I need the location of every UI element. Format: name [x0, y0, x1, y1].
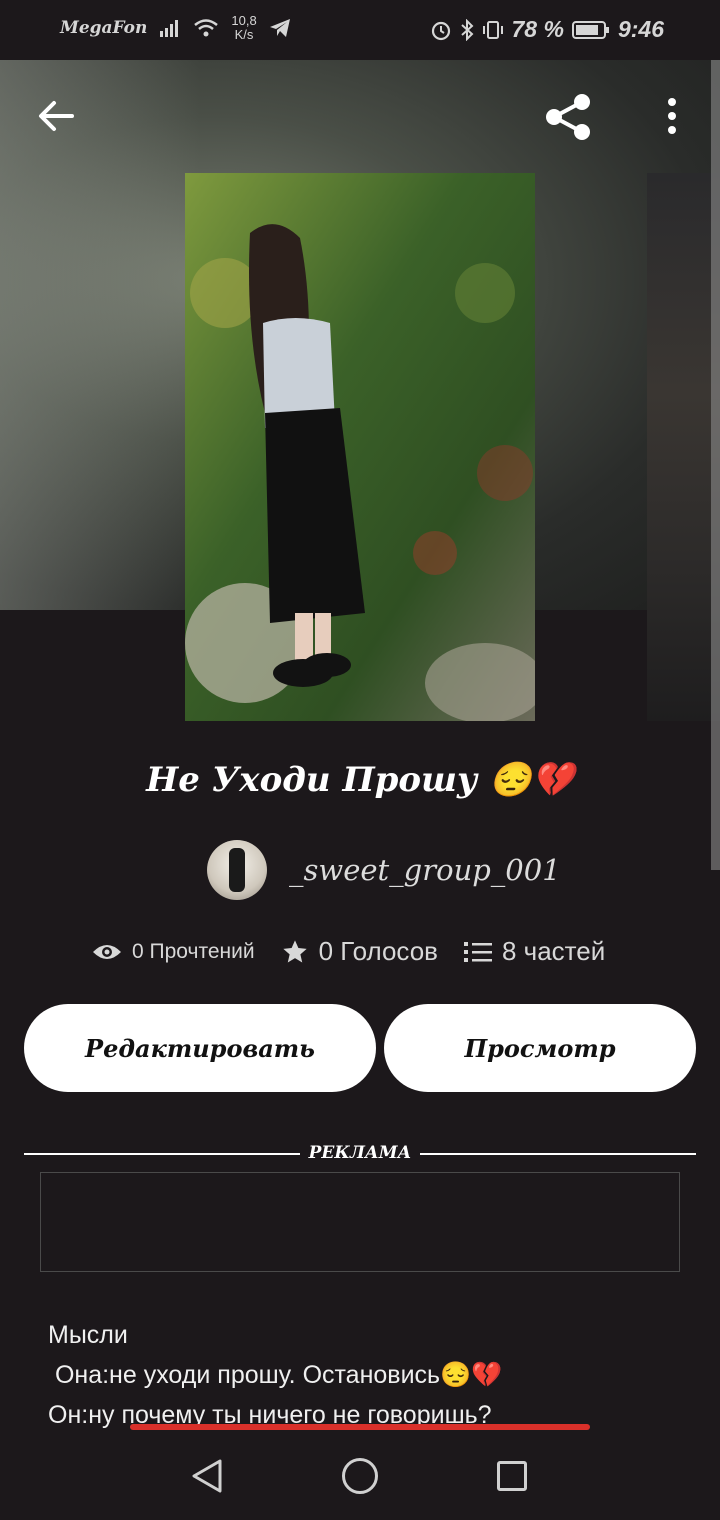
hero-blur-overlay	[0, 60, 200, 610]
star-icon	[282, 939, 307, 962]
net-speed-value: 10,8	[231, 13, 257, 28]
stat-votes: 0 Голосов	[281, 936, 438, 967]
carrier-name: MegaFon	[60, 18, 148, 38]
stat-reads: 0 Прочтений	[92, 940, 255, 964]
story-line: Она:не уходи прошу. Остановись😔💔	[48, 1361, 503, 1389]
battery-icon	[571, 20, 609, 39]
author-name[interactable]: _sweet_group_001	[289, 853, 561, 887]
nav-back-icon[interactable]	[188, 1456, 228, 1496]
list-icon	[463, 941, 492, 962]
bluetooth-icon	[460, 18, 473, 41]
signal-icon	[160, 20, 179, 37]
nav-recents-icon[interactable]	[497, 1461, 527, 1491]
ad-divider-left	[24, 1153, 300, 1155]
author-row[interactable]: _sweet_group_001	[207, 840, 561, 900]
clock: 9:46	[617, 16, 664, 42]
status-bar: MegaFon 10,8 K/s 78 % 9:46	[0, 0, 720, 60]
scroll-indicator	[711, 60, 720, 870]
ad-label: РЕКЛАМА	[308, 1143, 412, 1163]
eye-icon	[93, 944, 121, 959]
status-left: MegaFon 10,8 K/s	[60, 14, 291, 42]
vibrate-icon	[482, 20, 503, 39]
book-stats: 0 Прочтений 0 Голосов 8 частей	[92, 936, 631, 967]
cover-illustration	[185, 173, 535, 721]
status-right: 78 % 9:46	[430, 16, 664, 43]
net-speed-unit: K/s	[234, 27, 254, 42]
preview-button[interactable]: Просмотр	[384, 1004, 696, 1092]
next-book-cover[interactable]	[647, 173, 720, 721]
more-vert-icon[interactable]	[660, 96, 684, 136]
share-icon[interactable]	[542, 92, 594, 142]
battery-percent: 78 %	[511, 16, 564, 42]
parts-count: 8 частей	[501, 936, 606, 966]
stat-parts: 8 частей	[463, 936, 606, 967]
alarm-icon	[431, 21, 450, 40]
telegram-icon	[269, 19, 290, 37]
story-line: Мысли	[48, 1321, 128, 1349]
nav-home-icon[interactable]	[342, 1458, 378, 1494]
book-title: Не Уходи Прошу 😔💔	[146, 760, 574, 800]
ad-container[interactable]	[40, 1172, 680, 1272]
net-speed: 10,8 K/s	[231, 14, 256, 42]
wifi-icon	[194, 19, 219, 37]
edit-button[interactable]: Редактировать	[24, 1004, 376, 1092]
ad-divider-right	[420, 1153, 696, 1155]
story-preview: Мысли Она:не уходи прошу. Остановись😔💔 О…	[48, 1315, 502, 1435]
book-cover[interactable]	[185, 173, 535, 721]
votes-count: 0 Голосов	[318, 936, 438, 966]
avatar[interactable]	[207, 840, 267, 900]
reads-count: 0 Прочтений	[132, 939, 255, 963]
back-arrow-icon[interactable]	[34, 94, 78, 138]
